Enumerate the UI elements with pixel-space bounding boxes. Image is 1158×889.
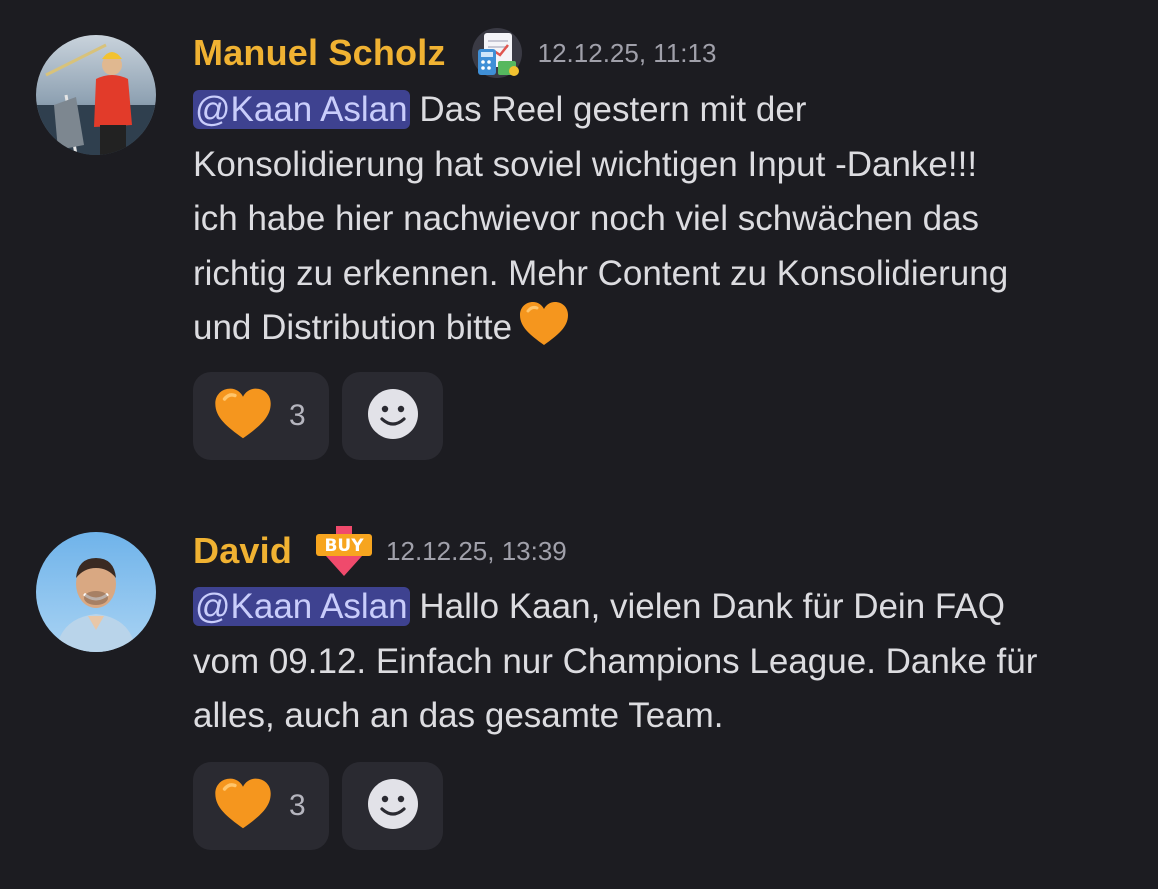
timestamp: 12.12.25, 11:13 [537,37,717,68]
message-line: und Distribution bitte [193,301,1143,364]
message-content: @Kaan Aslan Hallo Kaan, vielen Dank für … [193,580,1143,744]
smiley-icon [367,388,419,445]
smiley-icon [367,778,419,835]
message-line: @Kaan Aslan Hallo Kaan, vielen Dank für … [193,580,1143,635]
message-header: Manuel Scholz 12.12.25, 11:13 [193,27,717,79]
add-reaction-button[interactable] [342,762,443,850]
username[interactable]: Manuel Scholz [193,32,446,74]
username[interactable]: David [193,530,292,572]
message-line: vom 09.12. Einfach nur Champions League.… [193,641,1038,681]
reaction-count: 3 [289,399,306,432]
message-header: David BUY 12.12.25, 13:39 [193,526,567,576]
reaction-heart[interactable]: 3 [193,372,329,460]
buy-arrow-icon: BUY [316,526,373,576]
spreadsheet-calculator-icon [470,27,524,79]
timestamp: 12.12.25, 13:39 [386,535,567,566]
reaction-bar: 3 [193,762,443,850]
message-line: richtig zu erkennen. Mehr Content zu Kon… [193,253,1009,293]
reaction-heart[interactable]: 3 [193,762,329,850]
message-text: Das Reel gestern mit der [409,90,807,129]
message-line: alles, auch an das gesamte Team. [193,696,724,735]
orange-heart-icon [518,301,570,364]
user-mention[interactable]: @Kaan Aslan [193,587,410,626]
buy-badge-text: BUY [325,536,365,556]
message-line: Konsolidierung hat soviel wichtigen Inpu… [193,144,978,184]
message-text: und Distribution bitte [193,308,513,347]
avatar[interactable] [36,35,156,155]
message-text: Hallo Kaan, vielen Dank für Dein FAQ [409,587,1005,626]
add-reaction-button[interactable] [342,372,443,460]
orange-heart-icon [213,387,273,446]
reaction-bar: 3 [193,372,443,460]
avatar[interactable] [36,532,156,652]
user-mention[interactable]: @Kaan Aslan [193,90,410,129]
message-content: @Kaan Aslan Das Reel gestern mit der Kon… [193,83,1143,364]
message-line: @Kaan Aslan Das Reel gestern mit der [193,83,1143,138]
message-line: ich habe hier nachwievor noch viel schwä… [193,199,980,238]
orange-heart-icon [213,777,273,836]
reaction-count: 3 [289,789,306,822]
